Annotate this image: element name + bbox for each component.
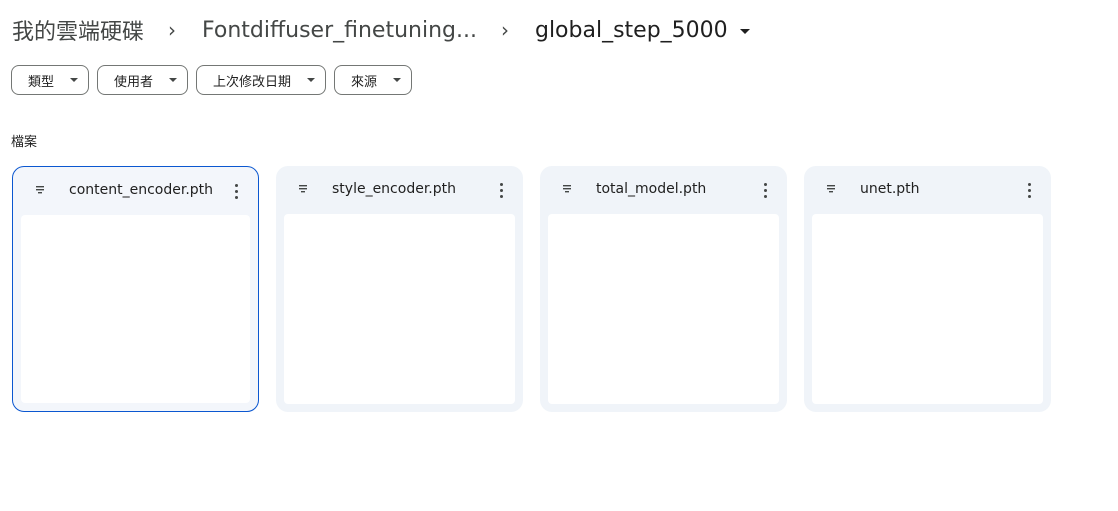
filter-people-chip[interactable]: 使用者 [97, 65, 189, 95]
chevron-right-icon: › [500, 18, 509, 42]
file-card[interactable]: total_model.pth [540, 166, 787, 412]
more-vert-icon[interactable] [1017, 178, 1041, 202]
file-name: content_encoder.pth [69, 182, 214, 198]
file-name: style_encoder.pth [332, 181, 456, 197]
file-preview [812, 214, 1043, 404]
file-card[interactable]: content_encoder.pth [12, 166, 259, 412]
filter-bar: 類型 使用者 上次修改日期 來源 [11, 65, 413, 95]
file-preview [284, 214, 515, 404]
caret-down-icon [169, 78, 178, 82]
caret-down-icon [307, 78, 316, 82]
more-vert-icon[interactable] [753, 178, 777, 202]
file-card[interactable]: unet.pth [804, 166, 1051, 412]
filter-chip-label: 上次修改日期 [213, 74, 292, 90]
breadcrumb-current-menu[interactable]: global_step_5000 [533, 16, 750, 45]
file-grid: content_encoder.pth style_encoder.pth to… [12, 166, 1051, 412]
files-section-label: 檔案 [11, 135, 38, 150]
file-card-header: total_model.pth [540, 166, 787, 214]
chevron-right-icon: › [168, 18, 177, 42]
file-card-header: unet.pth [804, 166, 1051, 214]
file-preview [21, 215, 250, 403]
breadcrumb-parent[interactable]: Fontdiffuser_finetuning... [200, 16, 479, 45]
filter-chip-label: 來源 [351, 74, 378, 90]
drive-folder-view: 我的雲端硬碟 › Fontdiffuser_finetuning... › gl… [0, 0, 1118, 511]
file-lines-icon [36, 186, 44, 194]
file-name: unet.pth [860, 181, 920, 197]
file-card-header: style_encoder.pth [276, 166, 523, 214]
caret-down-icon [393, 78, 402, 82]
breadcrumb-current: global_step_5000 [534, 17, 728, 43]
more-vert-icon[interactable] [224, 179, 248, 203]
filter-modified-chip[interactable]: 上次修改日期 [196, 65, 327, 95]
file-lines-icon [563, 185, 571, 193]
filter-chip-label: 類型 [28, 74, 55, 90]
filter-chip-label: 使用者 [114, 74, 154, 90]
breadcrumb-root[interactable]: 我的雲端硬碟 [10, 12, 146, 48]
filter-type-chip[interactable]: 類型 [11, 65, 90, 95]
filter-source-chip[interactable]: 來源 [334, 65, 413, 95]
file-lines-icon [827, 185, 835, 193]
caret-down-icon [739, 29, 750, 34]
file-lines-icon [299, 185, 307, 193]
file-preview [548, 214, 779, 404]
file-card-header: content_encoder.pth [13, 167, 258, 215]
more-vert-icon[interactable] [489, 178, 513, 202]
file-card[interactable]: style_encoder.pth [276, 166, 523, 412]
breadcrumb: 我的雲端硬碟 › Fontdiffuser_finetuning... › gl… [10, 12, 750, 48]
file-name: total_model.pth [596, 181, 707, 197]
caret-down-icon [70, 78, 79, 82]
